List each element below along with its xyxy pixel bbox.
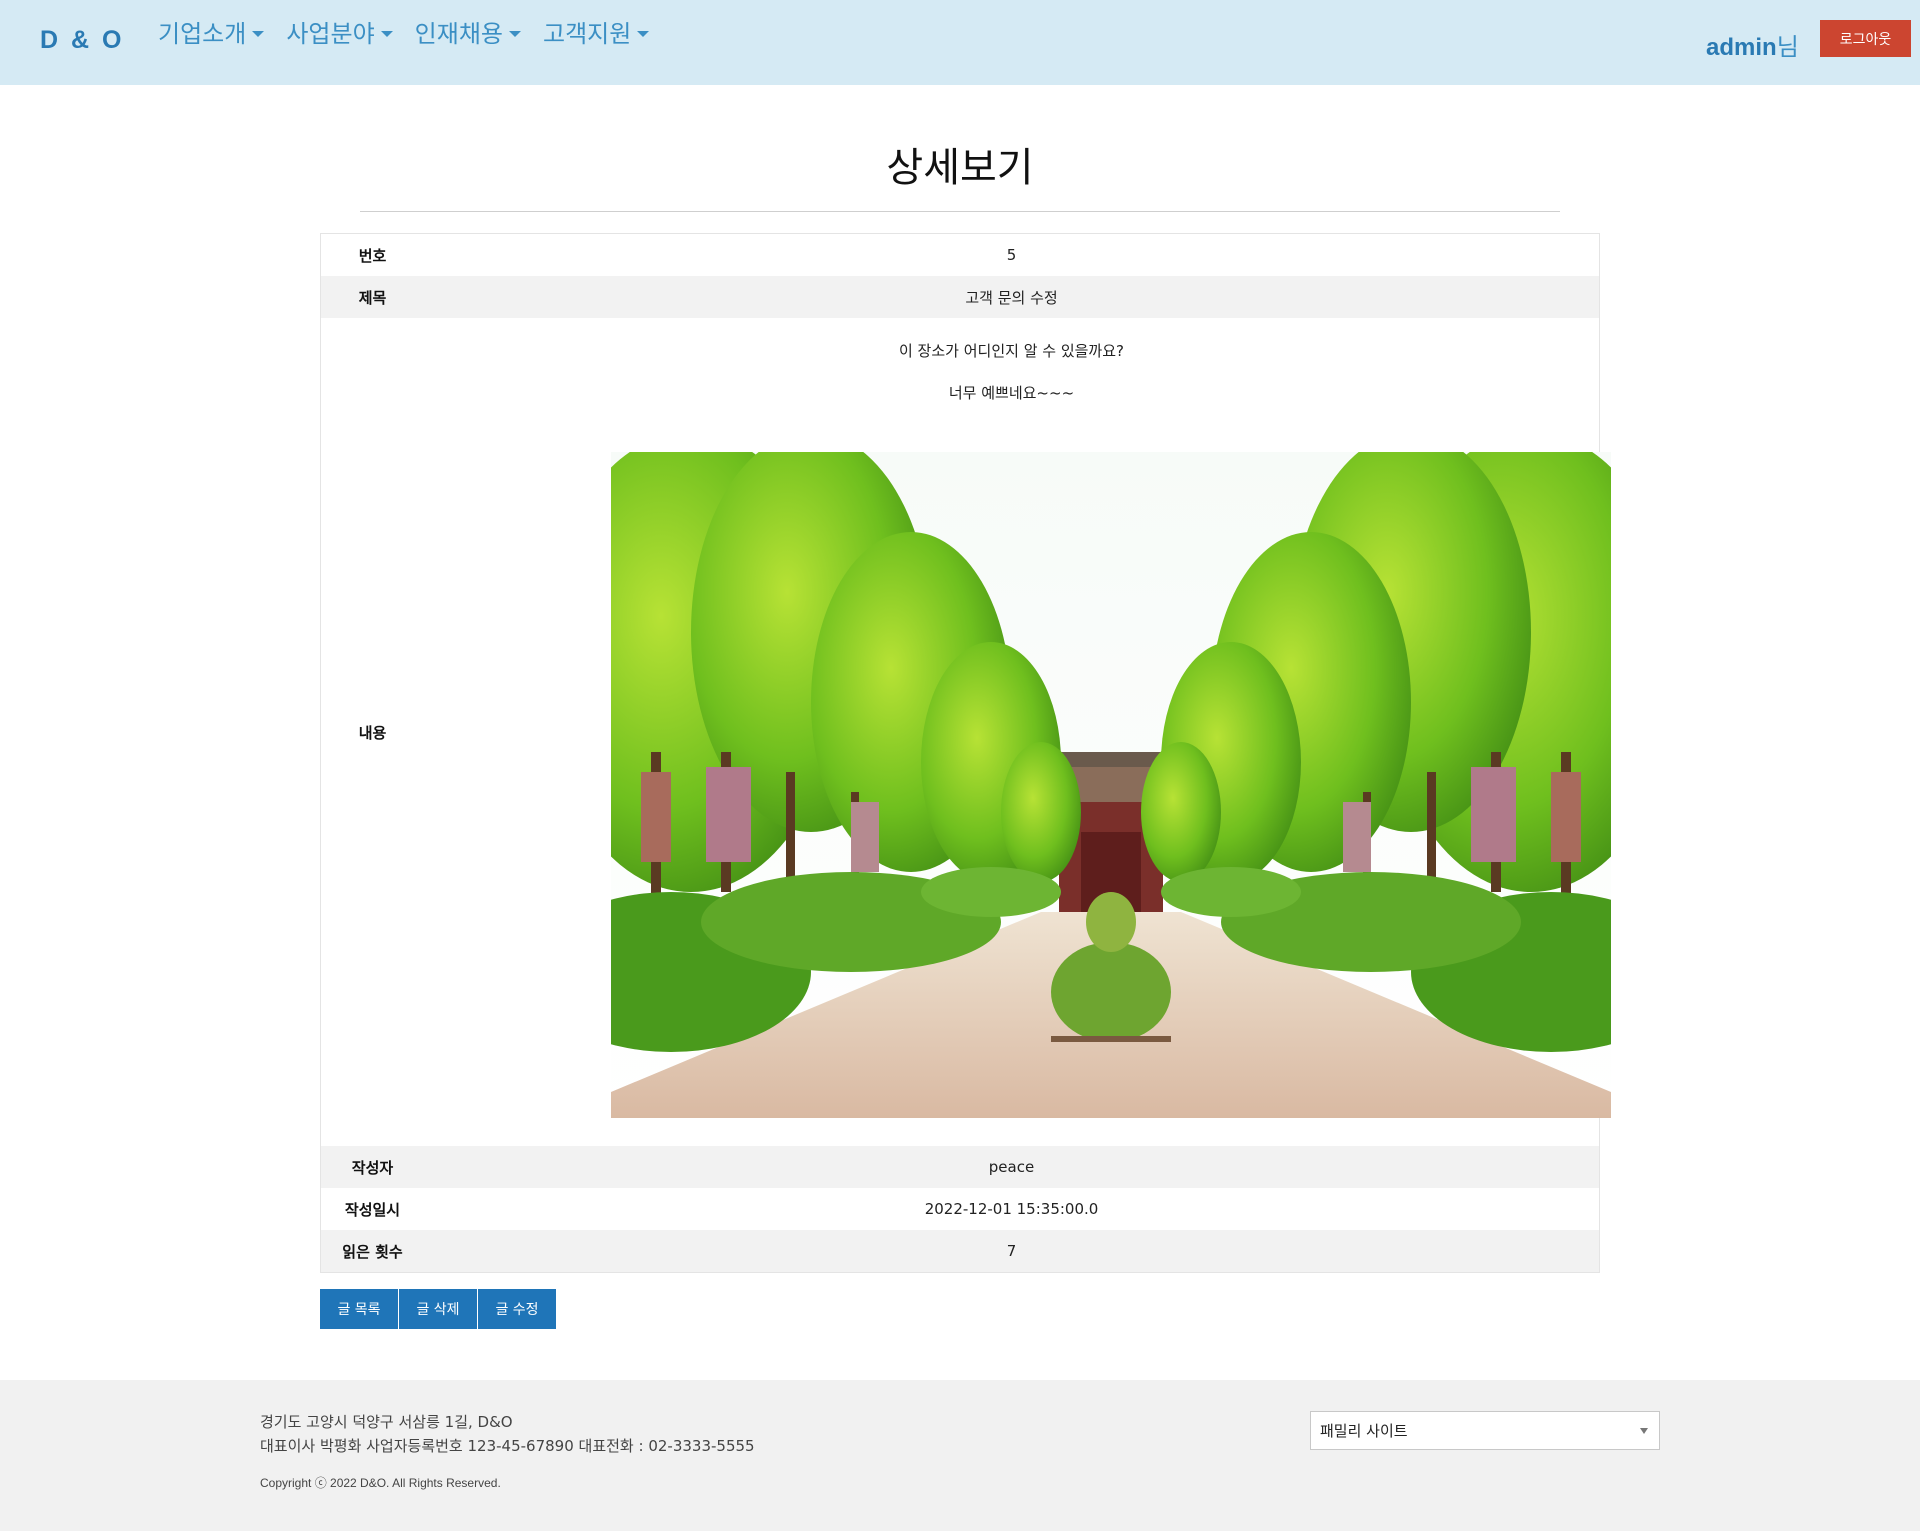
list-button[interactable]: 글 목록: [320, 1289, 398, 1329]
page-title: 상세보기: [886, 145, 1034, 191]
footer-company-info: 대표이사 박평화 사업자등록번호 123-45-67890 대표전화 : 02-…: [260, 1437, 755, 1455]
nav-item-label: 고객지원: [542, 20, 632, 48]
subject-value: 고객 문의 수정: [965, 288, 1058, 307]
row-writer: 작성자 peace: [321, 1146, 1599, 1188]
main-nav: 기업소개 사업분야 인재채용 고객지원: [158, 14, 650, 49]
user-greeting: admin님: [1706, 27, 1799, 62]
row-date: 작성일시 2022-12-01 15:35:00.0: [321, 1188, 1599, 1230]
date-value: 2022-12-01 15:35:00.0: [924, 1200, 1099, 1218]
user-name: admin: [1706, 34, 1777, 61]
action-buttons: 글 목록 글 삭제 글 수정: [320, 1289, 556, 1329]
top-navbar: D & O 기업소개 사업분야 인재채용 고객지원 admin님 로그아웃: [0, 0, 1920, 85]
nav-item-support[interactable]: 고객지원: [542, 14, 650, 49]
number-value: 5: [1006, 246, 1017, 264]
nav-item-label: 기업소개: [158, 20, 247, 48]
delete-button[interactable]: 글 삭제: [399, 1289, 477, 1329]
nav-item-label: 인재채용: [414, 20, 503, 48]
content-line: 너무 예쁘네요~~~: [948, 384, 1075, 402]
nav-item-label: 사업분야: [286, 20, 375, 48]
title-divider: [360, 211, 1560, 212]
caret-down-icon: [252, 30, 265, 37]
subject-label: 제목: [358, 288, 387, 307]
content-photo: [611, 452, 1611, 1118]
footer-address-block: 경기도 고양시 덕양구 서삼릉 1길, D&O 대표이사 박평화 사업자등록번호…: [260, 1410, 755, 1458]
row-views: 읽은 횟수 7: [321, 1230, 1599, 1272]
nav-item-recruit[interactable]: 인재채용: [415, 14, 521, 49]
caret-down-icon: [508, 30, 521, 37]
site-footer: 경기도 고양시 덕양구 서삼릉 1길, D&O 대표이사 박평화 사업자등록번호…: [0, 1380, 1920, 1531]
views-label: 읽은 횟수: [342, 1242, 403, 1261]
content-body: 이 장소가 어디인지 알 수 있을까요? 너무 예쁘네요~~~: [424, 318, 1611, 1146]
user-suffix: 님: [1776, 33, 1799, 61]
writer-value: peace: [988, 1158, 1035, 1176]
family-site-select[interactable]: 패밀리 사이트: [1310, 1411, 1660, 1450]
edit-button[interactable]: 글 수정: [478, 1289, 556, 1329]
footer-copyright: Copyright ⓒ 2022 D&O. All Rights Reserve…: [260, 1476, 501, 1490]
number-label: 번호: [358, 246, 387, 265]
views-value: 7: [1006, 1242, 1017, 1260]
caret-down-icon: [637, 30, 650, 37]
nav-item-business[interactable]: 사업분야: [286, 14, 393, 49]
post-detail-table: 번호 5 제목 고객 문의 수정 내용 이 장소가 어디인지 알 수 있을까요?…: [320, 233, 1611, 1273]
row-content: 내용 이 장소가 어디인지 알 수 있을까요? 너무 예쁘네요~~~: [321, 318, 1611, 1146]
family-site-value: 패밀리 사이트: [1320, 1422, 1408, 1440]
writer-label: 작성자: [351, 1158, 394, 1177]
content-label: 내용: [358, 723, 387, 742]
footer-address: 경기도 고양시 덕양구 서삼릉 1길, D&O: [260, 1413, 513, 1431]
row-subject: 제목 고객 문의 수정: [321, 276, 1599, 318]
date-label: 작성일시: [344, 1200, 401, 1219]
logout-button[interactable]: 로그아웃: [1820, 20, 1911, 57]
nav-item-company[interactable]: 기업소개: [158, 14, 265, 49]
caret-down-icon: [380, 30, 393, 37]
row-number: 번호 5: [321, 234, 1599, 276]
brand-logo[interactable]: D & O: [40, 26, 124, 55]
chevron-down-icon: [1640, 1428, 1648, 1434]
content-line: 이 장소가 어디인지 알 수 있을까요?: [898, 342, 1124, 360]
